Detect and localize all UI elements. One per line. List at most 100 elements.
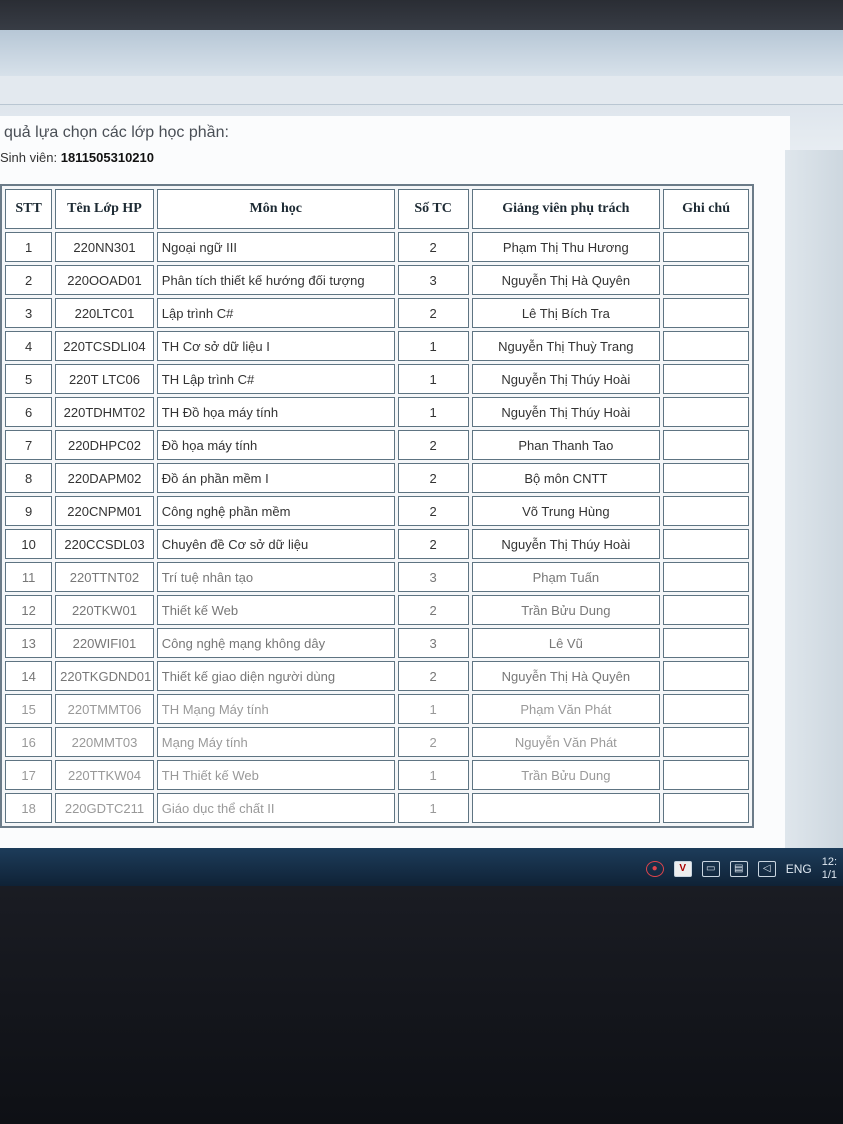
- volume-icon[interactable]: ◁: [757, 861, 776, 877]
- cell-note: [663, 430, 749, 460]
- header-note: Ghi chú: [663, 189, 749, 229]
- cell-class-code: 220LTC01: [55, 298, 154, 328]
- table-row: 17 220TTKW04 TH Thiết kế Web 1 Trần Bửu Dung: [5, 760, 749, 790]
- cell-credits: 2: [397, 430, 469, 460]
- cell-note: [663, 463, 749, 493]
- cell-class-code: 220DAPM02: [55, 463, 154, 493]
- cell-class-code: 220TTKW04: [55, 760, 154, 790]
- cell-credits: 2: [397, 661, 469, 691]
- cell-note: [663, 562, 749, 592]
- header-lecturer: Giảng viên phụ trách: [471, 189, 661, 229]
- cell-credits: 1: [397, 331, 469, 361]
- cell-class-code: 220TMMT06: [55, 694, 154, 724]
- cell-subject: TH Thiết kế Web: [156, 760, 395, 790]
- cell-note: [663, 793, 749, 823]
- cell-credits: 2: [397, 529, 469, 559]
- cell-subject: TH Đồ họa máy tính: [156, 397, 395, 427]
- cell-stt: 3: [5, 298, 53, 328]
- cell-stt: 10: [5, 529, 53, 559]
- table-row: 7 220DHPC02 Đồ họa máy tính 2 Phan Thanh Tao: [5, 430, 749, 460]
- browser-toolbar: [0, 30, 843, 76]
- table-row: 2 220OOAD01 Phân tích thiết kế hướng đối t…: [5, 265, 749, 295]
- table-row: 5 220T LTC06 TH Lập trình C# 1 Nguyễn Thị Th…: [5, 364, 749, 394]
- clock[interactable]: 12: 1/1: [822, 856, 837, 882]
- cell-credits: 2: [397, 595, 469, 625]
- cell-stt: 11: [5, 562, 53, 592]
- cell-subject: Công nghệ mạng không dây: [156, 628, 395, 658]
- cell-note: [663, 760, 749, 790]
- cell-subject: Công nghệ phần mềm: [156, 496, 395, 526]
- cell-stt: 18: [5, 793, 53, 823]
- cell-credits: 2: [397, 727, 469, 757]
- cell-stt: 9: [5, 496, 53, 526]
- cell-subject: Thiết kế giao diện người dùng: [156, 661, 395, 691]
- cell-subject: Lập trình C#: [156, 298, 395, 328]
- cell-note: [663, 298, 749, 328]
- cell-stt: 1: [5, 232, 53, 262]
- cell-class-code: 220GDTC211: [55, 793, 154, 823]
- cell-lecturer: Nguyễn Thị Thúy Hoài: [471, 364, 661, 394]
- cell-stt: 7: [5, 430, 53, 460]
- table-row: 6 220TDHMT02 TH Đồ họa máy tính 1 Nguyễn Thị…: [5, 397, 749, 427]
- cell-class-code: 220TTNT02: [55, 562, 154, 592]
- cell-credits: 3: [397, 265, 469, 295]
- cell-subject: Thiết kế Web: [156, 595, 395, 625]
- page-heading: quả lựa chọn các lớp học phần:: [4, 124, 229, 141]
- cell-lecturer: Trần Bửu Dung: [471, 595, 661, 625]
- taskbar: ● V ▭ ▤ ◁ ENG 12: 1/1: [0, 848, 843, 886]
- cell-stt: 13: [5, 628, 53, 658]
- cell-class-code: 220MMT03: [55, 727, 154, 757]
- table-row: 3 220LTC01 Lập trình C# 2 Lê Thị Bích Tra: [5, 298, 749, 328]
- cell-class-code: 220T LTC06: [55, 364, 154, 394]
- table-row: 11 220TTNT02 Trí tuệ nhân tạo 3 Phạm Tuấn: [5, 562, 749, 592]
- cell-stt: 5: [5, 364, 53, 394]
- battery-icon[interactable]: ▭: [701, 861, 720, 877]
- language-indicator[interactable]: ENG: [786, 862, 812, 876]
- cell-note: [663, 397, 749, 427]
- cell-note: [663, 331, 749, 361]
- table-row: 16 220MMT03 Mạng Máy tính 2 Nguyễn Văn Phát: [5, 727, 749, 757]
- cell-credits: 2: [397, 298, 469, 328]
- cell-note: [663, 364, 749, 394]
- clock-time: 12:: [821, 856, 837, 868]
- screen: quả lựa chọn các lớp học phần: Sinh viên…: [0, 30, 843, 885]
- cell-note: [663, 694, 749, 724]
- cell-subject: Chuyên đề Cơ sở dữ liệu: [156, 529, 395, 559]
- cell-class-code: 220CCSDL03: [55, 529, 154, 559]
- header-credits: Số TC: [397, 189, 469, 229]
- cell-class-code: 220WIFI01: [55, 628, 154, 658]
- system-tray: ● V ▭ ▤ ◁ ENG 12: 1/1: [645, 856, 843, 882]
- table-header-row: STT Tên Lớp HP Môn học Số TC Giảng viên …: [5, 189, 749, 229]
- table-row: 12 220TKW01 Thiết kế Web 2 Trần Bửu Dung: [5, 595, 749, 625]
- cell-stt: 8: [5, 463, 53, 493]
- cell-credits: 1: [397, 694, 469, 724]
- table-row: 13 220WIFI01 Công nghệ mạng không dây 3 Lê V…: [5, 628, 749, 658]
- cell-subject: Phân tích thiết kế hướng đối tượng: [156, 265, 395, 295]
- cell-lecturer: Phan Thanh Tao: [471, 430, 661, 460]
- browser-tab-bar: [0, 76, 843, 105]
- v-app-icon[interactable]: V: [673, 861, 692, 877]
- cell-subject: TH Cơ sở dữ liệu I: [156, 331, 395, 361]
- table-row: 18 220GDTC211 Giáo dục thể chất II 1: [5, 793, 749, 823]
- cell-note: [663, 232, 749, 262]
- cell-credits: 2: [397, 496, 469, 526]
- cell-credits: 3: [397, 562, 469, 592]
- cell-note: [663, 727, 749, 757]
- table-row: 4 220TCSDLI04 TH Cơ sở dữ liệu I 1 Nguyễn Th…: [5, 331, 749, 361]
- monitor-bottom-bezel: [0, 886, 843, 1124]
- cell-lecturer: Trần Bửu Dung: [471, 760, 661, 790]
- cell-lecturer: Nguyễn Văn Phát: [471, 727, 661, 757]
- cell-credits: 1: [397, 397, 469, 427]
- cell-subject: Trí tuệ nhân tạo: [156, 562, 395, 592]
- cell-note: [663, 628, 749, 658]
- antivirus-icon[interactable]: ●: [645, 861, 664, 877]
- cell-stt: 16: [5, 727, 53, 757]
- cell-lecturer: Phạm Tuấn: [471, 562, 661, 592]
- clock-date: 1/1: [821, 869, 837, 881]
- network-icon[interactable]: ▤: [729, 861, 748, 877]
- cell-lecturer: Nguyễn Thị Hà Quyên: [471, 661, 661, 691]
- student-info: Sinh viên: 1811505310210: [0, 150, 154, 165]
- table-row: 10 220CCSDL03 Chuyên đề Cơ sở dữ liệu 2 Nguy…: [5, 529, 749, 559]
- cell-lecturer: Võ Trung Hùng: [471, 496, 661, 526]
- cell-class-code: 220TKGDND01: [55, 661, 154, 691]
